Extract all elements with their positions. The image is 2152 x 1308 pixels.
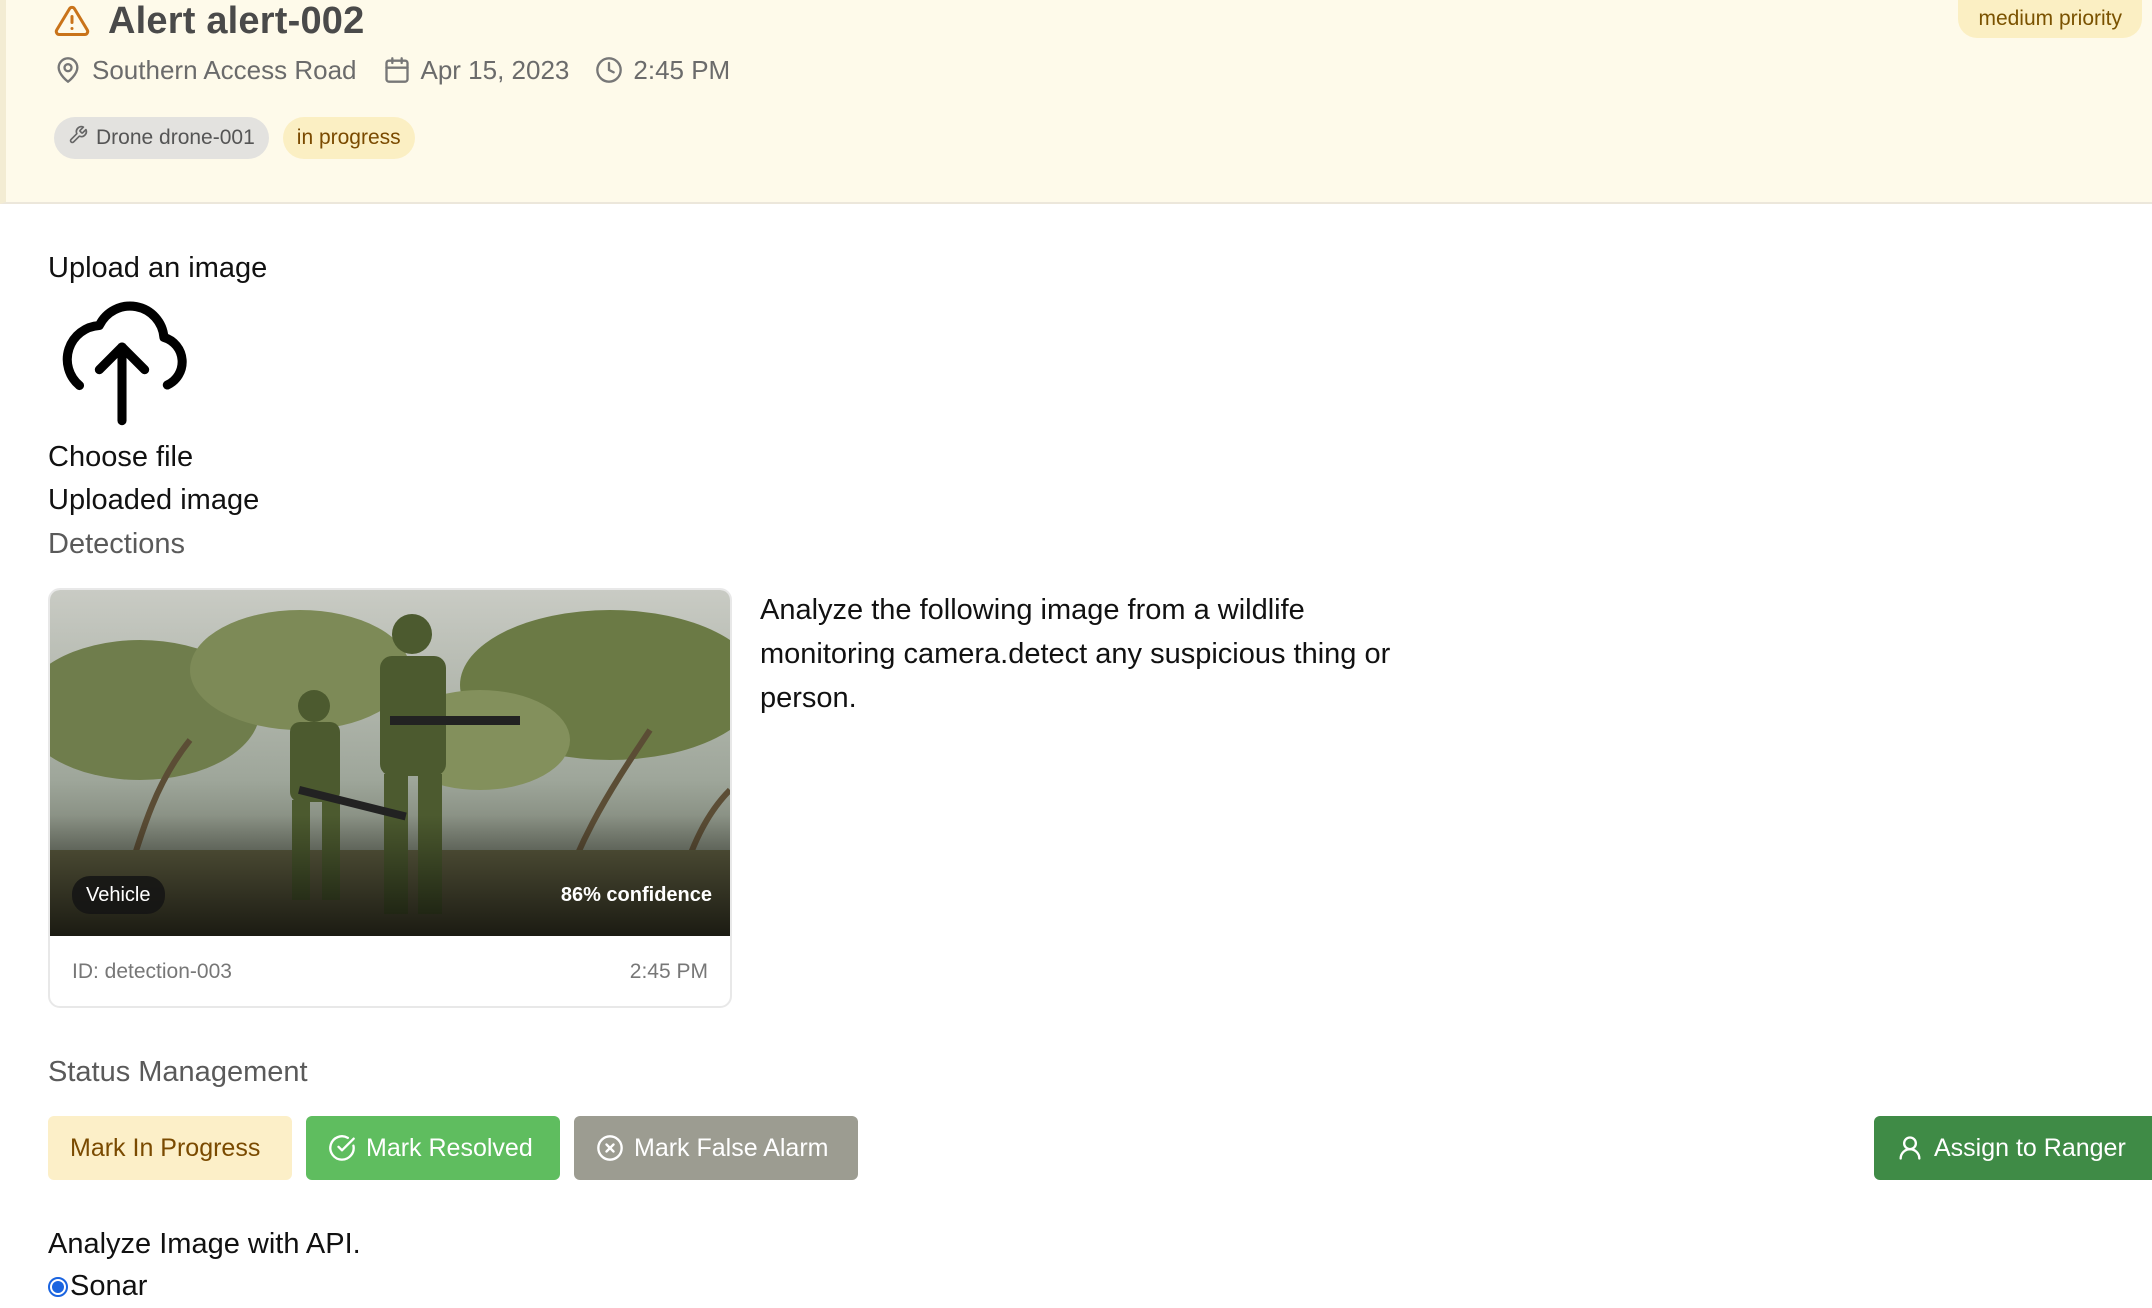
analysis-prompt: Analyze the following image from a wildl… <box>760 594 1391 714</box>
detection-image: Vehicle 86% confidence <box>50 590 730 936</box>
location-text: Southern Access Road <box>92 54 357 85</box>
cloud-upload-icon[interactable] <box>54 294 190 434</box>
priority-badge: medium priority <box>1958 0 2142 38</box>
mark-false-alarm-button[interactable]: Mark False Alarm <box>574 1116 858 1180</box>
detections-heading: Detections <box>48 528 186 560</box>
alert-title: Alert alert-002 <box>108 0 365 42</box>
mark-false-alarm-label: Mark False Alarm <box>634 1133 829 1162</box>
assign-ranger-label: Assign to Ranger <box>1934 1133 2126 1162</box>
status-badge: in progress <box>282 117 415 159</box>
location-meta: Southern Access Road <box>54 55 357 86</box>
detection-card[interactable]: Vehicle 86% confidence ID: detection-003… <box>48 588 732 1008</box>
alert-header: Alert alert-002 medium priority Southern… <box>0 0 2152 204</box>
date-meta: Apr 15, 2023 <box>383 54 570 86</box>
alert-meta: Southern Access Road Apr 15, 2023 2:45 P… <box>54 52 744 88</box>
choose-file-button[interactable]: Choose file <box>48 441 193 474</box>
clock-icon <box>595 56 623 84</box>
alert-chips: Drone drone-001 in progress <box>54 117 415 159</box>
time-meta: 2:45 PM <box>595 55 730 86</box>
check-circle-icon <box>328 1134 356 1162</box>
mark-in-progress-label: Mark In Progress <box>70 1133 261 1162</box>
time-text: 2:45 PM <box>633 54 731 85</box>
api-radio-option[interactable]: Sonar <box>48 1270 147 1303</box>
title-row: Alert alert-002 <box>54 0 364 42</box>
uploaded-image-label: Uploaded image <box>48 484 260 516</box>
user-icon <box>1896 1134 1924 1162</box>
assign-ranger-button[interactable]: Assign to Ranger <box>1874 1116 2152 1180</box>
drone-chip: Drone drone-001 <box>54 117 269 159</box>
radio-button[interactable] <box>48 1276 68 1297</box>
date-text: Apr 15, 2023 <box>420 54 570 85</box>
mark-resolved-button[interactable]: Mark Resolved <box>306 1116 560 1180</box>
status-management-heading: Status Management <box>48 1056 308 1088</box>
map-pin-icon <box>54 56 82 84</box>
x-circle-icon <box>596 1134 624 1162</box>
detection-time: 2:45 PM <box>629 960 708 983</box>
drone-label: Drone drone-001 <box>96 126 255 149</box>
analyze-label: Analyze Image with API. <box>48 1228 361 1260</box>
alert-detail-page: Alert alert-002 medium priority Southern… <box>0 0 2152 1308</box>
detection-id: ID: detection-003 <box>72 960 232 983</box>
radio-option-label: Sonar <box>70 1270 148 1302</box>
confidence-score: 86% confidence <box>560 884 712 906</box>
warning-triangle-icon <box>54 3 90 39</box>
wrench-icon <box>68 125 88 151</box>
mark-in-progress-button[interactable]: Mark In Progress <box>48 1116 292 1180</box>
upload-label: Upload an image <box>48 252 268 284</box>
mark-resolved-label: Mark Resolved <box>366 1133 533 1162</box>
detection-label: Vehicle <box>72 876 165 914</box>
calendar-icon <box>383 56 411 84</box>
detection-footer: ID: detection-003 2:45 PM <box>50 936 730 1006</box>
